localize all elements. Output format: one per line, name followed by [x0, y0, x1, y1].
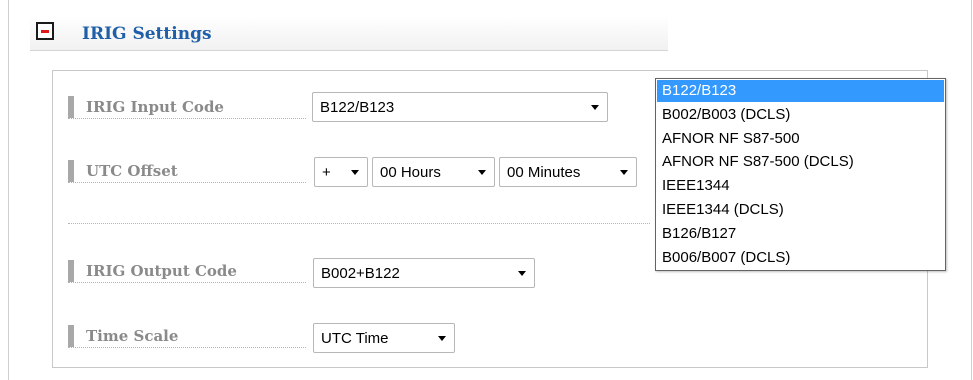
irig-output-code-label-text: IRIG Output Code [86, 262, 237, 280]
section-divider [68, 223, 650, 224]
dropdown-option[interactable]: IEEE1344 (DCLS) [657, 199, 944, 221]
utc-offset-label: UTC Offset [68, 160, 306, 183]
dropdown-option-text: B126/B127 [662, 225, 737, 242]
utc-offset-label-text: UTC Offset [86, 162, 178, 180]
irig-input-code-select[interactable]: B122/B123 [312, 92, 608, 122]
time-scale-select[interactable]: UTC Time [313, 323, 455, 353]
dropdown-option[interactable]: AFNOR NF S87-500 [657, 128, 944, 150]
utc-offset-minutes-value: 00 Minutes [507, 164, 581, 181]
label-marker [68, 325, 74, 347]
irig-output-code-select[interactable]: B002+B122 [313, 258, 535, 288]
dropdown-option-text: AFNOR NF S87-500 (DCLS) [662, 153, 854, 170]
chevron-down-icon [518, 271, 526, 276]
dropdown-option[interactable]: IEEE1344 [657, 175, 944, 197]
collapse-button[interactable] [36, 22, 54, 40]
dropdown-option[interactable]: B002/B003 (DCLS) [657, 104, 944, 126]
dropdown-option-text: B122/B123 [662, 82, 737, 99]
utc-offset-sign-select[interactable]: + [314, 157, 368, 187]
label-marker [68, 260, 74, 282]
section-title: IRIG Settings [82, 24, 212, 44]
time-scale-label-text: Time Scale [86, 327, 179, 345]
chevron-down-icon [620, 170, 628, 175]
irig-input-code-value: B122/B123 [320, 99, 395, 116]
window-right-border [971, 0, 972, 380]
utc-offset-minutes-select[interactable]: 00 Minutes [499, 157, 637, 187]
irig-output-code-label: IRIG Output Code [68, 260, 306, 283]
utc-offset-sign-value: + [322, 164, 331, 181]
section-header: IRIG Settings [30, 16, 668, 51]
time-scale-label: Time Scale [68, 325, 306, 348]
dropdown-option-text: IEEE1344 (DCLS) [662, 201, 784, 218]
irig-input-code-label-text: IRIG Input Code [86, 98, 224, 116]
dropdown-option-text: B002/B003 (DCLS) [662, 106, 791, 123]
irig-input-code-dropdown-list[interactable]: B122/B123 B002/B003 (DCLS) AFNOR NF S87-… [655, 78, 946, 271]
minus-icon [41, 30, 49, 33]
irig-input-code-label: IRIG Input Code [68, 96, 306, 119]
irig-output-code-value: B002+B122 [321, 265, 400, 282]
chevron-down-icon [351, 170, 359, 175]
time-scale-value: UTC Time [321, 330, 389, 347]
dropdown-option[interactable]: AFNOR NF S87-500 (DCLS) [657, 151, 944, 173]
dropdown-option[interactable]: B122/B123 [657, 80, 944, 102]
dropdown-option-text: AFNOR NF S87-500 [662, 130, 800, 147]
label-marker [68, 96, 74, 118]
dropdown-option-text: IEEE1344 [662, 177, 730, 194]
chevron-down-icon [478, 170, 486, 175]
utc-offset-hours-select[interactable]: 00 Hours [372, 157, 495, 187]
dropdown-option[interactable]: B006/B007 (DCLS) [657, 247, 944, 269]
label-marker [68, 160, 74, 182]
chevron-down-icon [591, 105, 599, 110]
dropdown-option[interactable]: B126/B127 [657, 223, 944, 245]
utc-offset-hours-value: 00 Hours [380, 164, 441, 181]
dropdown-option-text: B006/B007 (DCLS) [662, 249, 791, 266]
chevron-down-icon [438, 336, 446, 341]
window-left-border [8, 0, 9, 380]
